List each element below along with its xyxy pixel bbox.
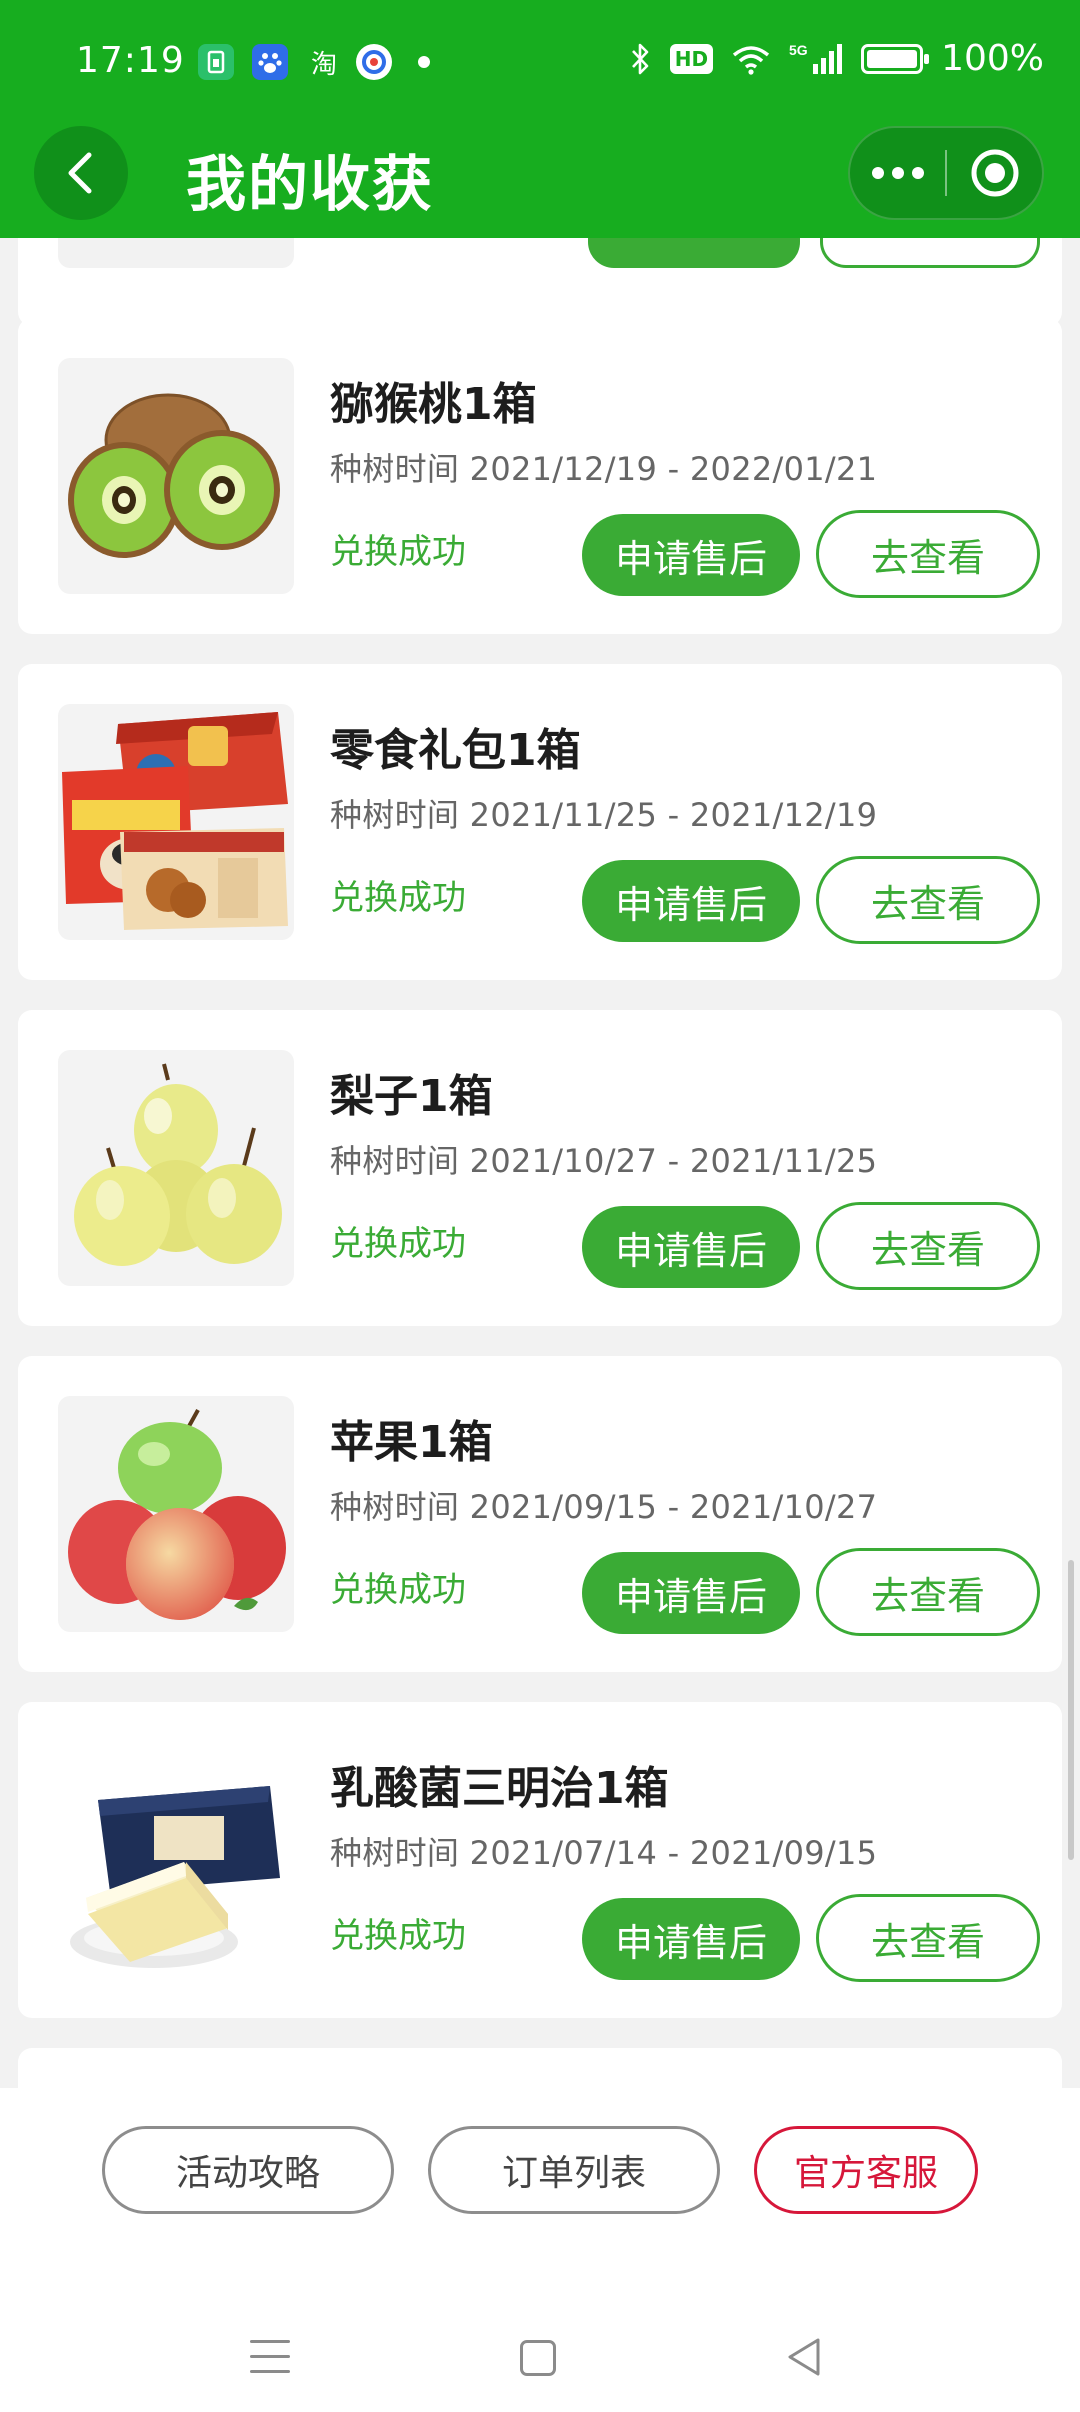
item-status: 兑换成功 xyxy=(330,878,466,918)
bluetooth-icon xyxy=(630,42,652,76)
partial-thumbnail xyxy=(58,238,294,268)
header: 17:19 淘 HD 5G 100% 我的收获 xyxy=(0,0,1080,238)
app-screen: 17:19 淘 HD 5G 100% 我的收获 猕猴桃1箱 种树时间 2021/… xyxy=(0,0,1080,2412)
view-button[interactable]: 去查看 xyxy=(816,1202,1040,1290)
list-item-partial xyxy=(18,238,1062,326)
taobao-icon: 淘 xyxy=(310,49,337,80)
svg-text:5G: 5G xyxy=(789,42,808,58)
item-title: 梨子1箱 xyxy=(330,1071,493,1122)
bottom-action-bar: 活动攻略 订单列表 官方客服 xyxy=(0,2088,1080,2412)
item-date: 种树时间 2021/07/14 - 2021/09/15 xyxy=(330,1834,878,1872)
item-status: 兑换成功 xyxy=(330,532,466,572)
after-sale-button[interactable]: 申请售后 xyxy=(582,514,800,596)
after-sale-button[interactable]: 申请售后 xyxy=(582,1898,800,1980)
partial-view-button[interactable] xyxy=(820,238,1040,268)
snack-box-image xyxy=(58,704,294,940)
more-options-button[interactable] xyxy=(850,128,945,218)
list-item: 乳酸菌三明治1箱 种树时间 2021/07/14 - 2021/09/15 兑换… xyxy=(18,1702,1062,2018)
close-mini-program-button[interactable] xyxy=(947,128,1042,218)
item-status: 兑换成功 xyxy=(330,1916,466,1956)
hd-icon: HD xyxy=(669,43,714,74)
recent-apps-icon[interactable] xyxy=(250,2340,290,2376)
view-button[interactable]: 去查看 xyxy=(816,856,1040,944)
page-title: 我的收获 xyxy=(186,150,434,220)
status-right: HD 5G 100% xyxy=(630,38,1044,79)
mini-program-capsule xyxy=(848,126,1044,220)
item-date: 种树时间 2021/12/19 - 2022/01/21 xyxy=(330,450,878,488)
sandwich-cake-image xyxy=(58,1742,294,1978)
back-arrow-icon xyxy=(68,152,92,194)
customer-service-button[interactable]: 官方客服 xyxy=(754,2126,978,2214)
activity-guide-button[interactable]: 活动攻略 xyxy=(102,2126,394,2214)
item-status: 兑换成功 xyxy=(330,1570,466,1610)
status-bar: 17:19 淘 HD 5G 100% xyxy=(0,0,1080,120)
list-item: 猕猴桃1箱 种树时间 2021/12/19 - 2022/01/21 兑换成功 … xyxy=(18,318,1062,634)
item-title: 苹果1箱 xyxy=(330,1417,493,1468)
list-item-partial-bottom xyxy=(18,2048,1062,2088)
list-item: 梨子1箱 种树时间 2021/10/27 - 2021/11/25 兑换成功 申… xyxy=(18,1010,1062,1326)
back-button[interactable] xyxy=(34,126,128,220)
sim-app-icon xyxy=(198,44,234,80)
kiwi-image xyxy=(58,358,294,594)
view-button[interactable]: 去查看 xyxy=(816,1548,1040,1636)
partial-after-sale-button[interactable] xyxy=(588,238,800,268)
item-date: 种树时间 2021/11/25 - 2021/12/19 xyxy=(330,796,878,834)
scrollbar[interactable] xyxy=(1068,1560,1074,1860)
signal-icon: 5G xyxy=(789,42,843,76)
status-time: 17:19 xyxy=(76,40,185,81)
apples-image xyxy=(58,1396,294,1632)
after-sale-button[interactable]: 申请售后 xyxy=(582,1206,800,1288)
item-title: 乳酸菌三明治1箱 xyxy=(330,1763,669,1814)
list-item: 苹果1箱 种树时间 2021/09/15 - 2021/10/27 兑换成功 申… xyxy=(18,1356,1062,1672)
battery-icon xyxy=(861,43,930,74)
baidu-icon xyxy=(252,44,288,80)
item-date: 种树时间 2021/09/15 - 2021/10/27 xyxy=(330,1488,878,1526)
item-title: 零食礼包1箱 xyxy=(330,725,581,776)
harvest-list: 猕猴桃1箱 种树时间 2021/12/19 - 2022/01/21 兑换成功 … xyxy=(0,238,1080,2088)
battery-percent: 100% xyxy=(941,38,1044,79)
browser-icon xyxy=(356,44,392,80)
after-sale-button[interactable]: 申请售后 xyxy=(582,860,800,942)
system-navigation-bar xyxy=(0,2320,1080,2400)
home-icon[interactable] xyxy=(520,2340,556,2376)
item-title: 猕猴桃1箱 xyxy=(330,379,537,430)
pears-image xyxy=(58,1050,294,1286)
target-circle-icon xyxy=(971,149,1018,197)
back-triangle-icon[interactable] xyxy=(784,2336,824,2378)
item-status: 兑换成功 xyxy=(330,1224,466,1264)
navigation-bar: 我的收获 xyxy=(0,120,1080,238)
list-item: 零食礼包1箱 种树时间 2021/11/25 - 2021/12/19 兑换成功… xyxy=(18,664,1062,980)
after-sale-button[interactable]: 申请售后 xyxy=(582,1552,800,1634)
item-date: 种树时间 2021/10/27 - 2021/11/25 xyxy=(330,1142,878,1180)
order-list-button[interactable]: 订单列表 xyxy=(428,2126,720,2214)
view-button[interactable]: 去查看 xyxy=(816,510,1040,598)
more-notifications-dot xyxy=(418,56,430,68)
wifi-icon xyxy=(731,43,771,75)
view-button[interactable]: 去查看 xyxy=(816,1894,1040,1982)
